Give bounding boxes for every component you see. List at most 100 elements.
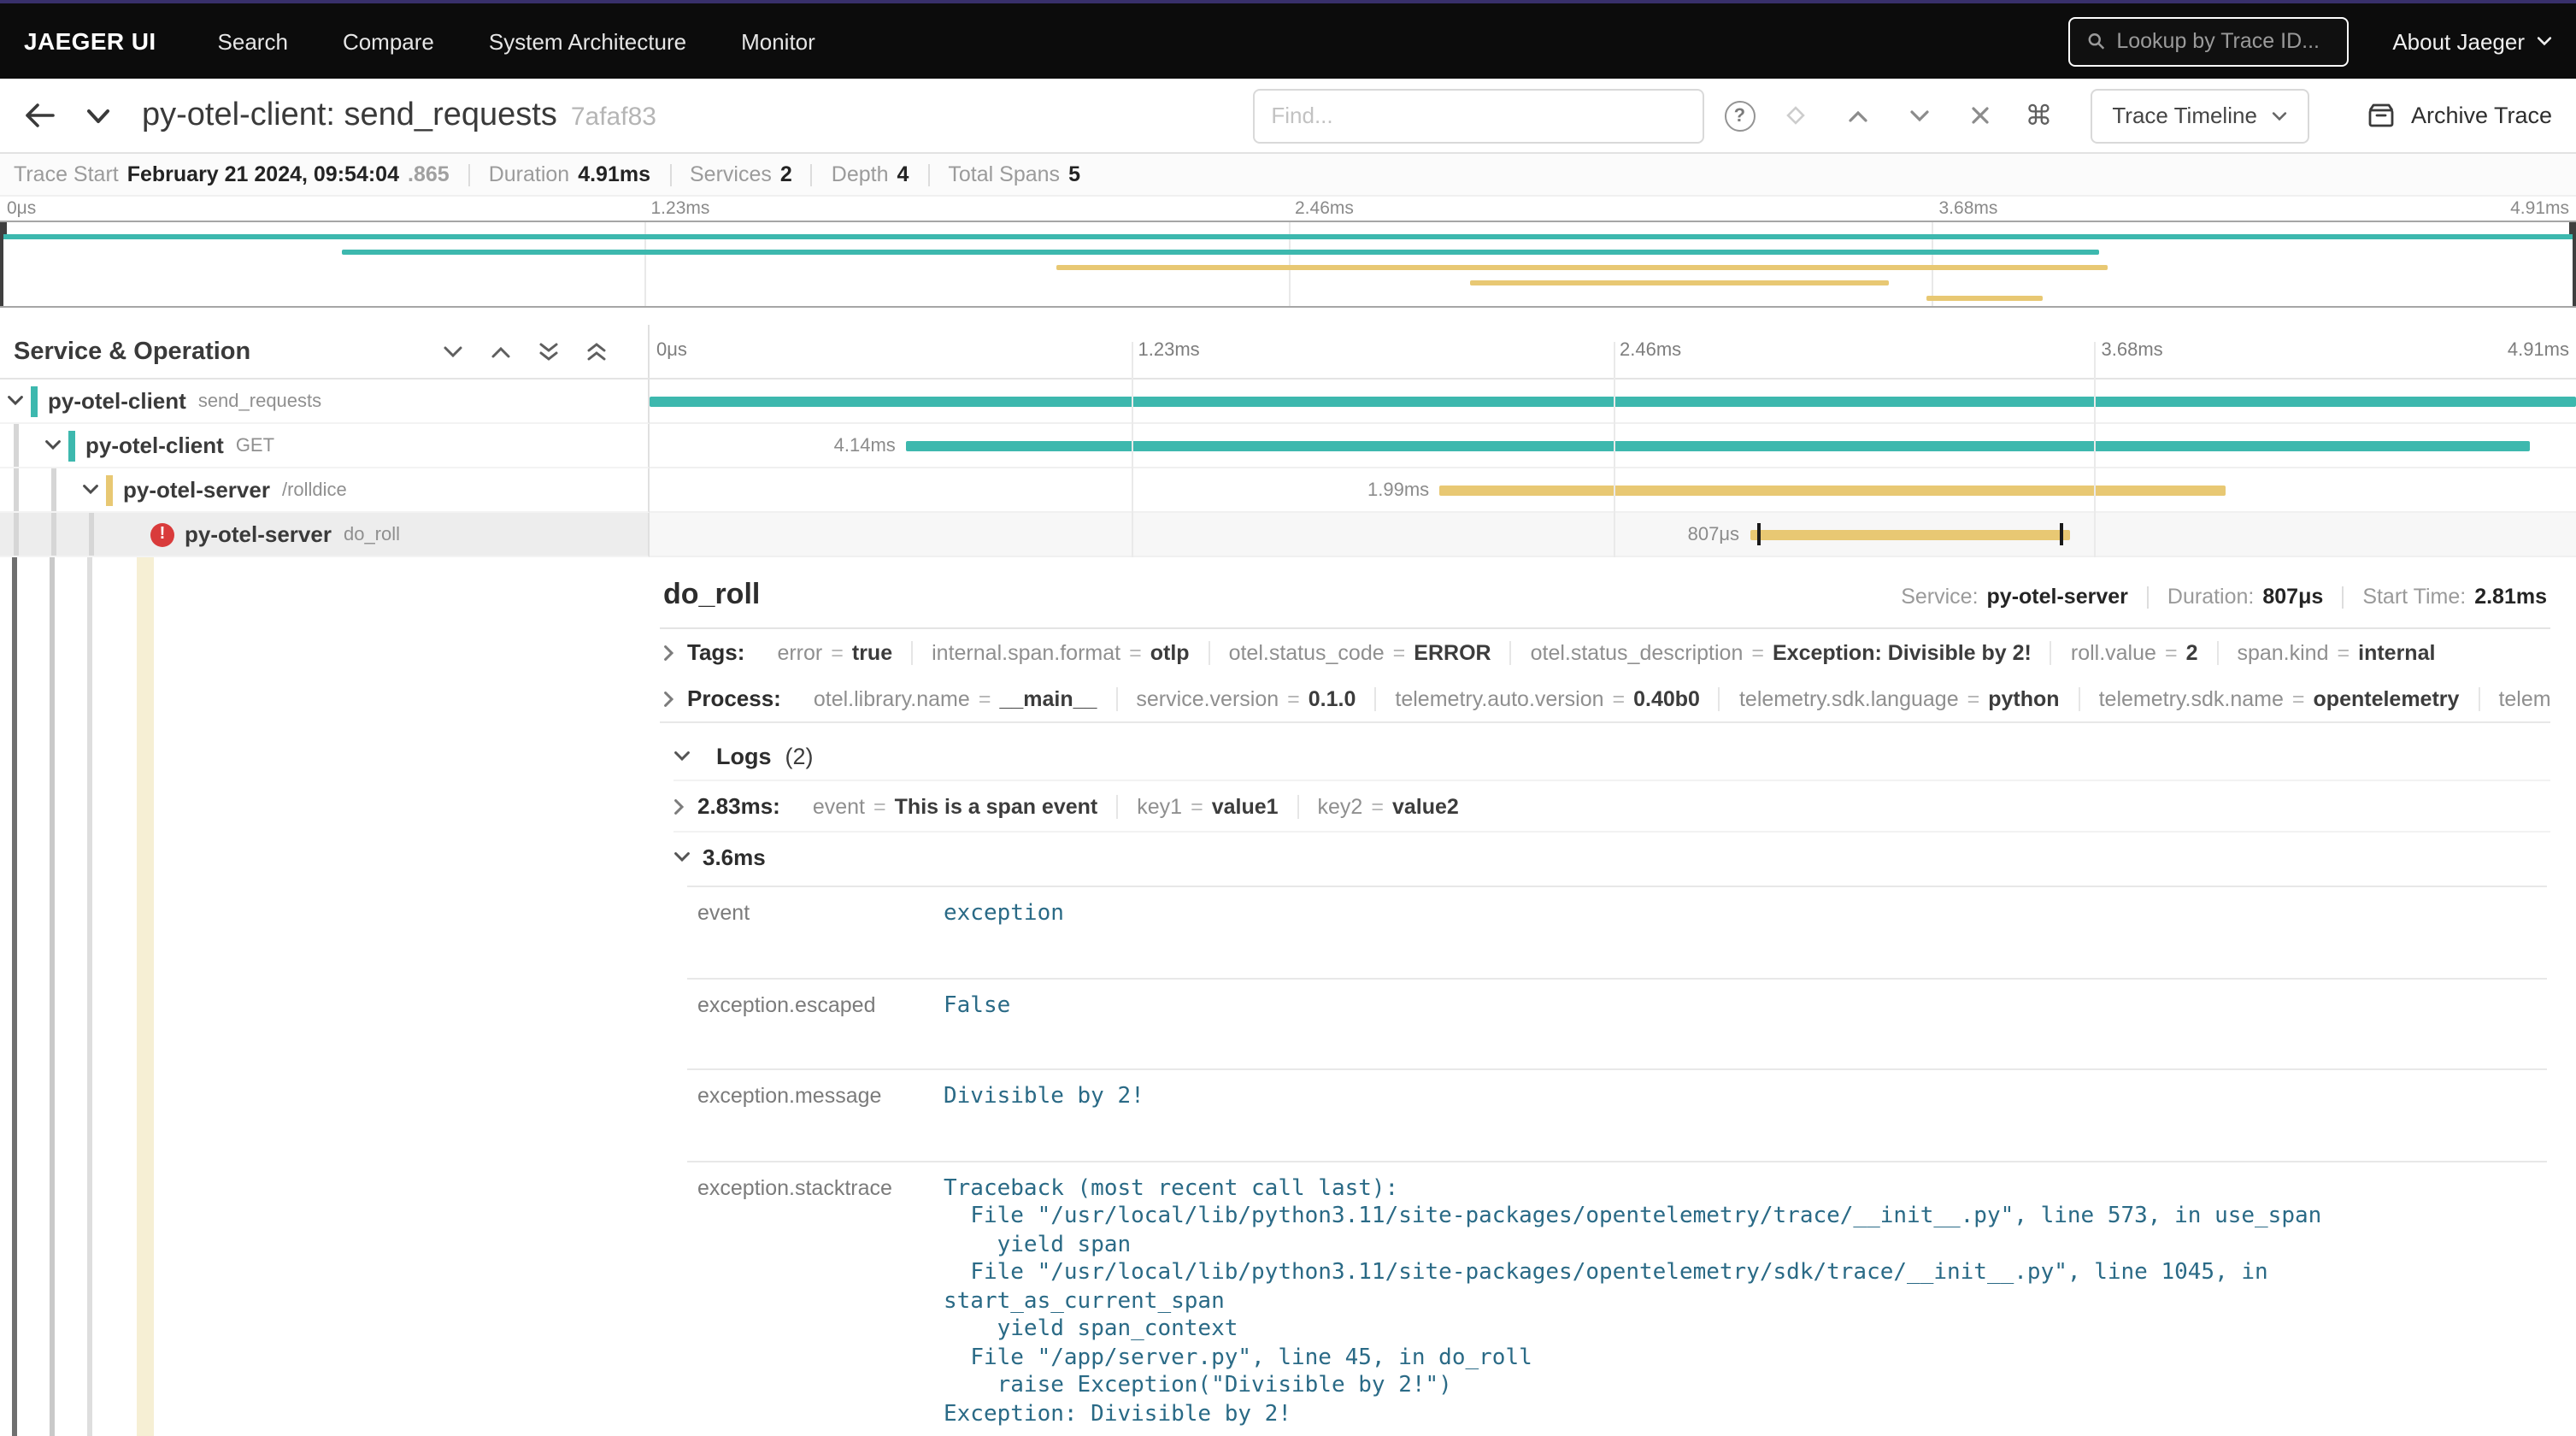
span-duration-bar[interactable] <box>650 396 2576 406</box>
indent-guide <box>89 513 94 556</box>
process-item: service.version=0.1.0 <box>1117 686 1376 710</box>
tick-label: 1.23ms <box>651 198 710 219</box>
chevron-down-icon <box>673 750 691 762</box>
span-event-tick <box>1757 523 1761 545</box>
trace-header: py-otel-client: send_requests 7afaf83 ? … <box>0 79 2576 154</box>
tags-label: Tags: <box>687 639 744 665</box>
stat-depth: Depth 4 <box>832 162 909 186</box>
operation-name: GET <box>236 435 274 456</box>
span-detail-title: do_roll <box>663 578 1901 612</box>
match-diamond-icon[interactable] <box>1775 95 1816 136</box>
app-logo[interactable]: JAEGER UI <box>24 27 156 55</box>
expand-all-button[interactable] <box>535 338 562 365</box>
summary-label: Service: <box>1901 585 1978 609</box>
span-bar-cell[interactable]: 1.99ms <box>650 468 2576 513</box>
tag-item: span.kind=internal <box>2218 640 2454 664</box>
span-row-do-roll[interactable]: ! py-otel-server do_roll 807μs <box>0 513 2576 557</box>
minimap-range-handle-left[interactable] <box>0 222 3 306</box>
summary-value: py-otel-server <box>1987 585 2128 609</box>
collapse-one-level-button[interactable] <box>487 338 515 365</box>
log-entry-1[interactable]: 2.83ms: event=This is a span event key1=… <box>673 780 2550 831</box>
stat-duration: Duration 4.91ms <box>489 162 650 186</box>
nav-item-compare[interactable]: Compare <box>343 28 434 54</box>
find-input[interactable] <box>1252 88 1703 143</box>
expand-one-level-button[interactable] <box>439 338 467 365</box>
about-jaeger-menu[interactable]: About Jaeger <box>2392 28 2552 54</box>
collapse-all-button[interactable] <box>583 338 610 365</box>
archive-trace-button[interactable]: Archive Trace <box>2368 103 2552 128</box>
process-item: telemetry.sdk.language=python <box>1720 686 2080 710</box>
span-collapse-chevron-icon[interactable] <box>82 484 99 496</box>
chevron-right-icon <box>673 797 685 815</box>
log-timestamp: 2.83ms: <box>697 793 780 819</box>
span-duration-bar[interactable] <box>1439 485 2226 495</box>
indent-guide <box>14 468 19 511</box>
error-icon: ! <box>150 522 174 546</box>
nav-item-system-architecture[interactable]: System Architecture <box>489 28 686 54</box>
span-bar-cell[interactable]: 4.14ms <box>650 424 2576 468</box>
span-summary: Service:py-otel-server Duration:807μs St… <box>1901 585 2547 609</box>
trace-title-text: py-otel-client: send_requests <box>142 97 557 134</box>
trace-view-dropdown-label: Trace Timeline <box>2112 103 2257 128</box>
span-duration-label: 807μs <box>1688 524 1739 544</box>
span-bar-cell[interactable] <box>650 380 2576 424</box>
nav-item-search[interactable]: Search <box>218 28 288 54</box>
span-tree-cell: py-otel-client GET <box>0 424 650 468</box>
minimap-range-handle-right[interactable] <box>2573 222 2576 306</box>
help-icon[interactable]: ? <box>1724 100 1755 131</box>
back-button[interactable] <box>24 103 55 128</box>
service-name: py-otel-client <box>48 388 186 414</box>
trace-lookup-box <box>2067 16 2348 66</box>
tree-controls <box>439 338 634 365</box>
span-row-send-requests[interactable]: py-otel-client send_requests <box>0 380 2576 424</box>
trace-minimap[interactable] <box>0 221 2576 308</box>
nav-item-monitor[interactable]: Monitor <box>741 28 815 54</box>
find-next-button[interactable] <box>1898 95 1939 136</box>
span-duration-bar[interactable] <box>1750 529 2069 539</box>
stat-total-spans: Total Spans 5 <box>948 162 1080 186</box>
log-field-row: exception.stacktrace Traceback (most rec… <box>687 1161 2547 1436</box>
chevron-down-icon <box>1908 109 1929 122</box>
span-collapse-chevron-icon[interactable] <box>7 395 24 407</box>
log-field-row: exception.message Divisible by 2! <box>687 1069 2547 1161</box>
logs-header[interactable]: Logs (2) <box>673 730 2550 780</box>
log-timestamp: 3.6ms <box>703 845 766 870</box>
tags-row[interactable]: Tags: error=true internal.span.format=ot… <box>660 629 2550 675</box>
timeline-column-header: Service & Operation 0μs 1.23ms 2.46ms 3.… <box>0 325 2576 380</box>
field-value: Divisible by 2! <box>926 1069 2547 1161</box>
process-item: telemetry.auto.version=0.40b0 <box>1376 686 1720 710</box>
tag-item: roll.value=2 <box>2052 640 2219 664</box>
keyboard-shortcut-icon: ⌘ <box>2025 99 2052 132</box>
log-field: key2=value2 <box>1299 794 1478 818</box>
arrow-left-icon <box>24 103 55 128</box>
summary-value: 2.81ms <box>2474 585 2547 609</box>
trace-lookup-input[interactable] <box>2116 29 2329 53</box>
trace-collapse-toggle[interactable] <box>85 107 111 124</box>
span-row-rolldice[interactable]: py-otel-server /rolldice 1.99ms <box>0 468 2576 513</box>
clear-find-button[interactable] <box>1960 95 2001 136</box>
log-field: event=This is a span event <box>794 794 1118 818</box>
trace-view-dropdown[interactable]: Trace Timeline <box>2090 88 2310 143</box>
logs-title: Logs <box>716 744 772 769</box>
indent-guide <box>50 557 55 1436</box>
span-row-get[interactable]: py-otel-client GET 4.14ms <box>0 424 2576 468</box>
process-row[interactable]: Process: otel.library.name=__main__ serv… <box>660 675 2550 723</box>
indent-guide <box>14 424 19 467</box>
logs-count: (2) <box>785 744 814 769</box>
span-duration-bar[interactable] <box>906 440 2530 450</box>
chevron-down-icon <box>443 344 463 358</box>
indent-guide <box>12 557 17 1436</box>
stat-services: Services 2 <box>690 162 792 186</box>
chevron-down-icon <box>673 851 691 863</box>
log-entry-2[interactable]: 3.6ms <box>673 831 2550 882</box>
minimap-span-bar <box>1471 280 1888 285</box>
process-item: telemetry.sdk.name=opentelemetry <box>2080 686 2480 710</box>
chevron-down-icon <box>85 107 111 124</box>
span-bar-cell[interactable]: 807μs <box>650 513 2576 557</box>
log-field-row: exception.escaped False <box>687 978 2547 1069</box>
tag-item: otel.status_description=Exception: Divis… <box>1512 640 2052 664</box>
find-prev-button[interactable] <box>1837 95 1878 136</box>
archive-icon <box>2368 103 2396 128</box>
span-collapse-chevron-icon[interactable] <box>44 439 62 451</box>
span-detail-header: do_roll Service:py-otel-server Duration:… <box>660 574 2550 629</box>
